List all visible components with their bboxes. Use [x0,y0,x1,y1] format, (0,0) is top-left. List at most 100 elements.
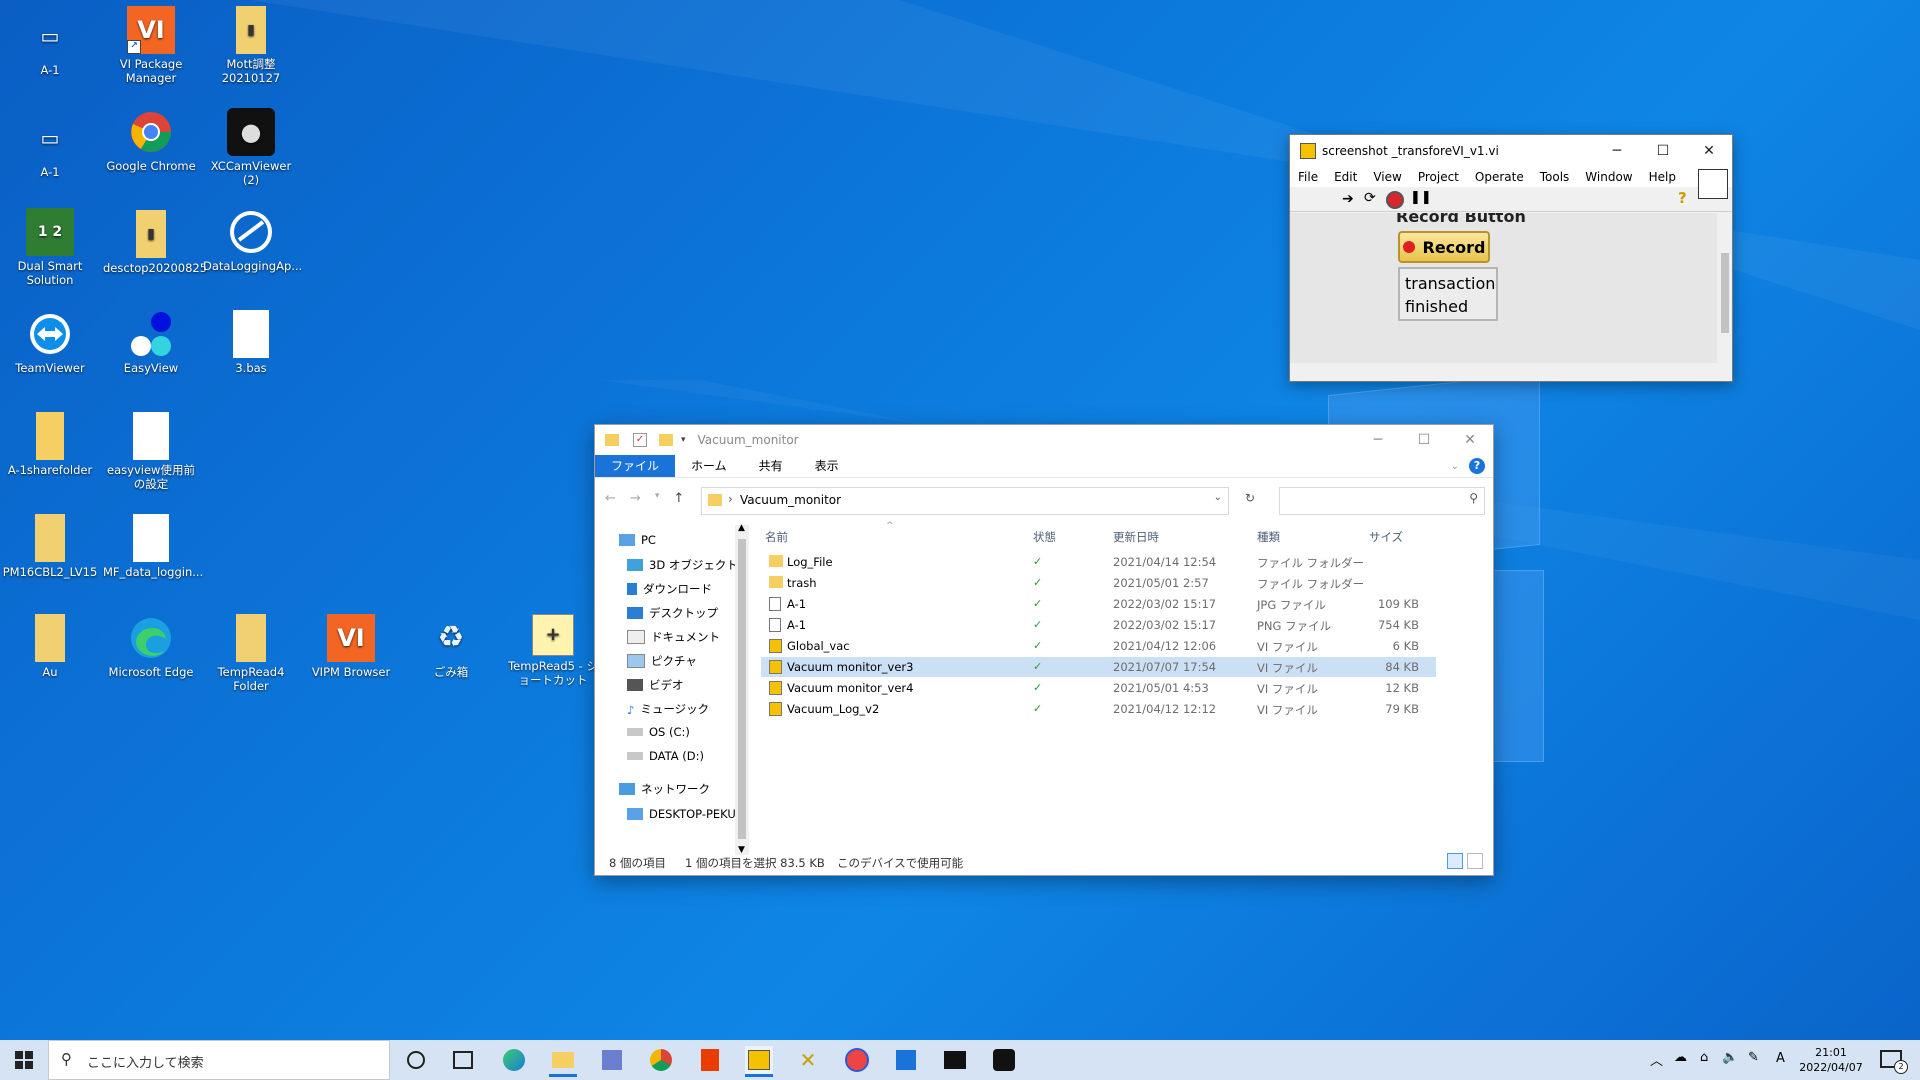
nav-item-d-drive[interactable]: DATA (D:) [627,749,704,763]
app-taskbar-icon[interactable] [598,1046,626,1074]
desktop-icon-easyview-setup[interactable]: easyview使用前の設定 [103,412,199,491]
nav-item-desktop-pc[interactable]: DESKTOP-PEKUE [627,807,745,821]
column-date[interactable]: 更新日時 [1113,529,1159,545]
edge-taskbar-icon[interactable] [500,1046,528,1074]
labview-taskbar-icon[interactable] [745,1046,773,1077]
desktop-icon-3bas[interactable]: 3.bas [203,310,299,375]
file-row[interactable]: A-1 ✓ 2022/03/02 15:17 PNG ファイル 754 KB [761,615,1436,635]
show-hidden-icons-chevron-icon[interactable]: ︿ [1650,1050,1663,1069]
file-row[interactable]: Vacuum monitor_ver4 ✓ 2021/05/01 4:53 VI… [761,678,1436,698]
desktop-icon-teamviewer[interactable]: TeamViewer [2,310,98,375]
close-button[interactable]: ✕ [1686,135,1732,167]
desktop-icon-au[interactable]: Au [2,614,98,679]
explorer-window[interactable]: ✓ ▾ Vacuum_monitor ─ ☐ ✕ ファイル ホーム 共有 表示 … [594,424,1494,876]
abort-icon[interactable] [1386,191,1404,209]
record-button[interactable]: Record [1398,231,1490,263]
camera-taskbar-icon[interactable] [990,1046,1018,1074]
run-arrow-icon[interactable]: ➔ [1342,191,1354,207]
nav-item-pc[interactable]: PC [619,533,656,547]
desktop-icon-chrome[interactable]: Google Chrome [103,108,199,173]
front-panel[interactable]: Record Button Record transaction finishe… [1290,213,1717,363]
menu-window[interactable]: Window [1577,170,1640,184]
menu-edit[interactable]: Edit [1326,170,1365,184]
menu-view[interactable]: View [1365,170,1409,184]
tab-home[interactable]: ホーム [675,455,743,477]
ribbon-expand-icon[interactable]: ⌄ [1451,461,1459,472]
column-type[interactable]: 種類 [1257,529,1280,545]
column-size[interactable]: サイズ [1369,529,1403,545]
nav-item-documents[interactable]: ドキュメント [627,629,720,645]
close-button[interactable]: ✕ [1447,424,1493,456]
nav-item-c-drive[interactable]: OS (C:) [627,725,690,739]
run-continuous-icon[interactable]: ⟳ [1364,190,1376,206]
ime-indicator[interactable]: A [1776,1051,1785,1066]
column-status[interactable]: 状態 [1033,529,1056,545]
desktop-icon-recycle[interactable]: ♻ ごみ箱 [403,614,499,680]
file-row[interactable]: Log_File ✓ 2021/04/14 12:54 ファイル フォルダー [761,552,1436,572]
menu-help[interactable]: Help [1641,170,1684,184]
minimize-button[interactable]: ─ [1594,135,1640,167]
taskbar-search-input[interactable]: ⚲ ここに入力して検索 [48,1040,390,1080]
properties-icon[interactable]: ✓ [633,433,647,447]
chrome-taskbar-icon[interactable] [647,1046,675,1074]
maximize-button[interactable]: ☐ [1401,424,1447,456]
address-bar[interactable]: › Vacuum_monitor ⌄ [701,487,1229,515]
file-row[interactable]: Global_vac ✓ 2021/04/12 12:06 VI ファイル 6 … [761,636,1436,656]
tab-share[interactable]: 共有 [743,455,799,477]
help-icon[interactable]: ? [1678,189,1687,207]
nav-item-pictures[interactable]: ピクチャ [627,653,697,669]
breadcrumb[interactable]: Vacuum_monitor [740,493,841,507]
desktop-icon-pm16cbl2[interactable]: PM16CBL2_LV15 [2,514,98,579]
vertical-scrollbar[interactable] [1718,213,1732,363]
help-icon[interactable]: ? [1469,458,1485,474]
labview-window[interactable]: screenshot _transforeVI_v1.vi ─ ☐ ✕ File… [1289,134,1733,382]
desktop-icon-vipm-browser[interactable]: VI VIPM Browser [303,614,399,679]
menu-project[interactable]: Project [1410,170,1467,184]
minimize-button[interactable]: ─ [1355,424,1401,456]
desktop-icon-tempread5[interactable]: + TempRead5 - ショートカット [505,614,601,687]
desktop-icon-desctop[interactable]: ▮ desctop20200825 [103,210,207,275]
desktop-icon-mf-data[interactable]: MF_data_loggin... [103,514,203,579]
maximize-button[interactable]: ☐ [1640,135,1686,167]
nav-item-network[interactable]: ネットワーク [619,781,710,797]
menu-operate[interactable]: Operate [1467,170,1532,184]
desktop-icon-vipm[interactable]: VI ↗ VI Package Manager [103,6,199,85]
network-icon[interactable]: ⌂ [1700,1050,1708,1065]
refresh-icon[interactable]: ↻ [1245,491,1255,505]
nav-item-videos[interactable]: ビデオ [627,677,684,693]
desktop-icon-easyview[interactable]: EasyView [103,310,199,375]
menu-tools[interactable]: Tools [1532,170,1578,184]
tab-view[interactable]: 表示 [799,455,855,477]
menu-file[interactable]: File [1290,170,1326,184]
tools-taskbar-icon[interactable]: ✕ [794,1046,822,1074]
forward-arrow-icon[interactable]: → [630,491,641,506]
cortana-icon[interactable] [402,1046,430,1074]
file-explorer-taskbar-icon[interactable] [549,1046,577,1077]
nav-scrollbar[interactable]: ▲ ▼ [735,523,749,855]
labview-titlebar[interactable]: screenshot _transforeVI_v1.vi ─ ☐ ✕ [1290,135,1732,167]
details-view-icon[interactable] [1447,853,1463,869]
desktop-icon-a1-2[interactable]: ▭ A-1 [2,114,98,179]
column-name[interactable]: 名前 [765,529,788,545]
address-dropdown-icon[interactable]: ⌄ [1214,492,1222,503]
horizontal-scrollbar[interactable] [1290,365,1732,381]
desktop-icon-dual-smart[interactable]: 1 2 Dual Smart Solution [2,208,98,287]
desktop-icon-mott[interactable]: ▮ Mott調整 20210127 [203,6,299,85]
nav-item-music[interactable]: ♪ ミュージック [627,701,709,717]
desktop-icon-sharefolder[interactable]: A-1sharefolder [2,412,98,477]
tab-file[interactable]: ファイル [595,455,676,477]
desktop-icon-datalogging[interactable]: DataLoggingAp... [203,208,302,273]
large-icons-view-icon[interactable] [1467,853,1483,869]
file-row[interactable]: A-1 ✓ 2022/03/02 15:17 JPG ファイル 109 KB [761,594,1436,614]
recent-dropdown-icon[interactable]: ▾ [655,491,660,506]
start-windows-icon[interactable] [10,1046,38,1074]
up-arrow-icon[interactable]: ↑ [673,491,684,506]
back-arrow-icon[interactable]: ← [605,491,616,506]
search-input[interactable]: ⚲ [1279,487,1485,515]
file-row-selected[interactable]: Vacuum monitor_ver3 ✓ 2021/07/07 17:54 V… [761,657,1436,677]
quick-access-dropdown-icon[interactable]: ▾ [681,435,686,445]
desktop-icon-xccam[interactable]: ● XCCamViewer (2) [203,108,299,187]
desktop-icon-tempread4[interactable]: TempRead4 Folder [203,614,299,693]
file-row[interactable]: Vacuum_Log_v2 ✓ 2021/04/12 12:12 VI ファイル… [761,699,1436,719]
office-taskbar-icon[interactable] [696,1046,724,1074]
